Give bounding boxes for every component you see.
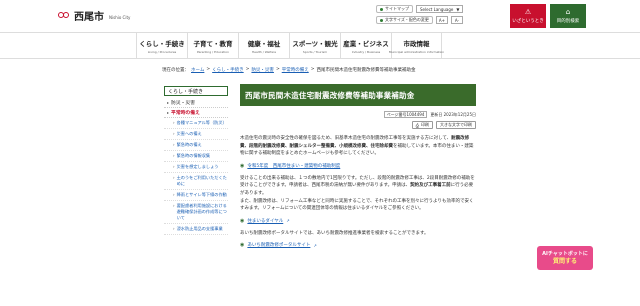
sidebar-subitem[interactable]: › 緊急時の備え bbox=[164, 140, 228, 151]
chevron-right-icon: › bbox=[173, 175, 175, 180]
link-arrow-icon: ◉ bbox=[240, 242, 245, 249]
site-logo[interactable]: 西尾市 Nishio City bbox=[58, 8, 130, 23]
sidebar-subitem[interactable]: › 災害への備え bbox=[164, 129, 228, 140]
sumairu-dial-link[interactable]: ◉ 住まいるダイヤル ↗ bbox=[240, 218, 476, 224]
main-content: 西尾市民間木造住宅耐震改修費等補助事業補助金 ページ番号1004494 更新日 … bbox=[240, 84, 476, 248]
link-arrow-icon: ◉ bbox=[240, 162, 245, 169]
chevron-right-icon: › bbox=[173, 131, 175, 136]
gnav-item[interactable]: スポーツ・観光 Sports / Tourism bbox=[289, 33, 340, 59]
font-larger-button[interactable]: A+ bbox=[435, 16, 448, 24]
gnav-item[interactable]: 産業・ビジネス Industry / Business bbox=[340, 33, 391, 59]
breadcrumb: 現在の位置： ホーム > くらし・手続き > 防災・災害 > 平常時の備え > … bbox=[162, 67, 416, 73]
print-button[interactable]: ⎙ 印刷 bbox=[411, 121, 433, 129]
sidebar-category[interactable]: ▸ 平常時の備え bbox=[164, 108, 228, 118]
city-name: 西尾市 bbox=[74, 12, 104, 23]
gnav-item[interactable]: 健康・福祉 Health / Welfare bbox=[238, 33, 289, 59]
breadcrumb-living[interactable]: くらし・手続き bbox=[212, 67, 244, 73]
chevron-right-icon: › bbox=[173, 120, 175, 125]
utility-links: サイトマップ Select Language ▼ 文字サイズ・配色の変更 A+ … bbox=[376, 5, 464, 24]
link-arrow-icon: ◉ bbox=[240, 217, 245, 224]
chevron-right-icon: › bbox=[173, 226, 175, 231]
chevron-right-icon: › bbox=[173, 203, 175, 208]
chevron-right-icon: › bbox=[173, 192, 175, 197]
sidebar-heading: くらし・手続き bbox=[164, 86, 228, 96]
gnav-item[interactable]: 市政情報 Municipal administration information bbox=[389, 33, 444, 59]
chevron-right-icon: › bbox=[173, 142, 175, 147]
warning-icon: ⚠ bbox=[524, 7, 532, 16]
city-name-en: Nishio City bbox=[109, 15, 131, 20]
sidebar-subitem[interactable]: › 緊急時の情報収集 bbox=[164, 151, 228, 162]
site-header: 西尾市 Nishio City サイトマップ Select Language ▼… bbox=[0, 0, 640, 32]
chevron-right-icon: › bbox=[173, 164, 175, 169]
breadcrumb-disaster[interactable]: 防災・災害 bbox=[251, 67, 274, 73]
sitemap-link[interactable]: サイトマップ bbox=[376, 5, 413, 13]
chevron-right-icon: › bbox=[173, 153, 175, 158]
large-print-button[interactable]: 大きな文字で印刷 bbox=[436, 121, 476, 129]
sidebar: くらし・手続き ▸ 防災・災害 ▸ 平常時の備え › 各種マニュアル等（防災） › 災害への備… bbox=[164, 86, 228, 235]
language-select[interactable]: Select Language ▼ bbox=[416, 5, 464, 13]
printer-icon: ⎙ bbox=[415, 122, 419, 128]
external-link-icon: ↗ bbox=[286, 218, 290, 224]
page-title: 西尾市民間木造住宅耐震改修費等補助事業補助金 bbox=[240, 84, 476, 106]
font-smaller-button[interactable]: A- bbox=[450, 16, 463, 24]
font-size-color-link[interactable]: 文字サイズ・配色の変更 bbox=[376, 16, 433, 24]
chevron-right-icon: ▸ bbox=[167, 110, 170, 115]
chevron-down-icon: ▼ bbox=[456, 6, 460, 12]
gnav-item[interactable]: 子育て・教育 Parenting / Education bbox=[187, 33, 238, 59]
purpose-search-button[interactable]: ⌂ 目的別検索 bbox=[550, 4, 586, 28]
updated-date: 更新日 2023年12月25日 bbox=[430, 111, 476, 117]
sidebar-subitem[interactable]: › 降雨とサイレ等下線の作動 bbox=[164, 190, 228, 201]
breadcrumb-home[interactable]: ホーム bbox=[191, 67, 204, 73]
external-link-icon: ↗ bbox=[313, 242, 317, 248]
building-icon: ⌂ bbox=[565, 7, 571, 16]
portal-paragraph: あいち耐震改修ポータルサイトでは、あいち耐震改修推進事業者を検索することができま… bbox=[240, 230, 429, 236]
gnav-item[interactable]: くらし・手続き Living / Procedures bbox=[136, 33, 187, 59]
sidebar-list: ▸ 防災・災害 ▸ 平常時の備え › 各種マニュアル等（防災） › 災害への備え › 緊急時の備え… bbox=[164, 98, 228, 235]
breadcrumb-current: 西尾市民間木造住宅耐震改修費等補助事業補助金 bbox=[316, 68, 416, 73]
emergency-button[interactable]: ⚠ いざというとき bbox=[510, 4, 546, 28]
sitemap-icon bbox=[380, 7, 383, 11]
global-nav: くらし・手続き Living / Procedures 子育て・教育 Parentin… bbox=[0, 32, 640, 59]
print-tools: ⎙ 印刷 大きな文字で印刷 bbox=[240, 121, 476, 129]
sidebar-subitem[interactable]: › 土のうをご利用いただくために bbox=[164, 173, 228, 190]
conditions-paragraph: 受けることの出来る補助は、１つの敷地内で1回限りです。ただし、段階的耐震改修工事… bbox=[240, 175, 475, 212]
font-size-icon bbox=[380, 18, 383, 22]
sidebar-subitem[interactable]: › 要配慮者利用施設における避難確保計画の作成等について bbox=[164, 201, 228, 224]
sidebar-subitem[interactable]: › 浸水防止用品の支援事業 bbox=[164, 224, 228, 235]
aichi-portal-link[interactable]: ◉ あいち耐震改修ポータルサイト ↗ bbox=[240, 242, 476, 248]
page-meta: ページ番号1004494 更新日 2023年12月25日 bbox=[240, 111, 476, 118]
sidebar-subitem[interactable]: › 各種マニュアル等（防災） bbox=[164, 118, 228, 129]
sidebar-category[interactable]: ▸ 防災・災害 bbox=[164, 98, 228, 108]
subsidy-list-link[interactable]: ◉ 令和5年度 西尾市住まい・建築物の補助制度 bbox=[240, 163, 476, 169]
breadcrumb-preparation[interactable]: 平常時の備え bbox=[282, 67, 309, 73]
breadcrumb-prefix: 現在の位置： bbox=[162, 68, 189, 73]
intro-paragraph: 木造住宅の震災時の安全性の確保を図るため、旧基準木造住宅の耐震改修工事等を実施す… bbox=[240, 136, 474, 157]
sidebar-subitem[interactable]: › 災害を想定しましょう bbox=[164, 162, 228, 173]
chevron-right-icon: ▸ bbox=[167, 100, 170, 105]
ai-chatbot-button[interactable]: AIチャットボットに 質問する bbox=[537, 246, 593, 270]
page-number: ページ番号1004494 bbox=[383, 111, 428, 118]
city-emblem-icon bbox=[58, 10, 71, 21]
